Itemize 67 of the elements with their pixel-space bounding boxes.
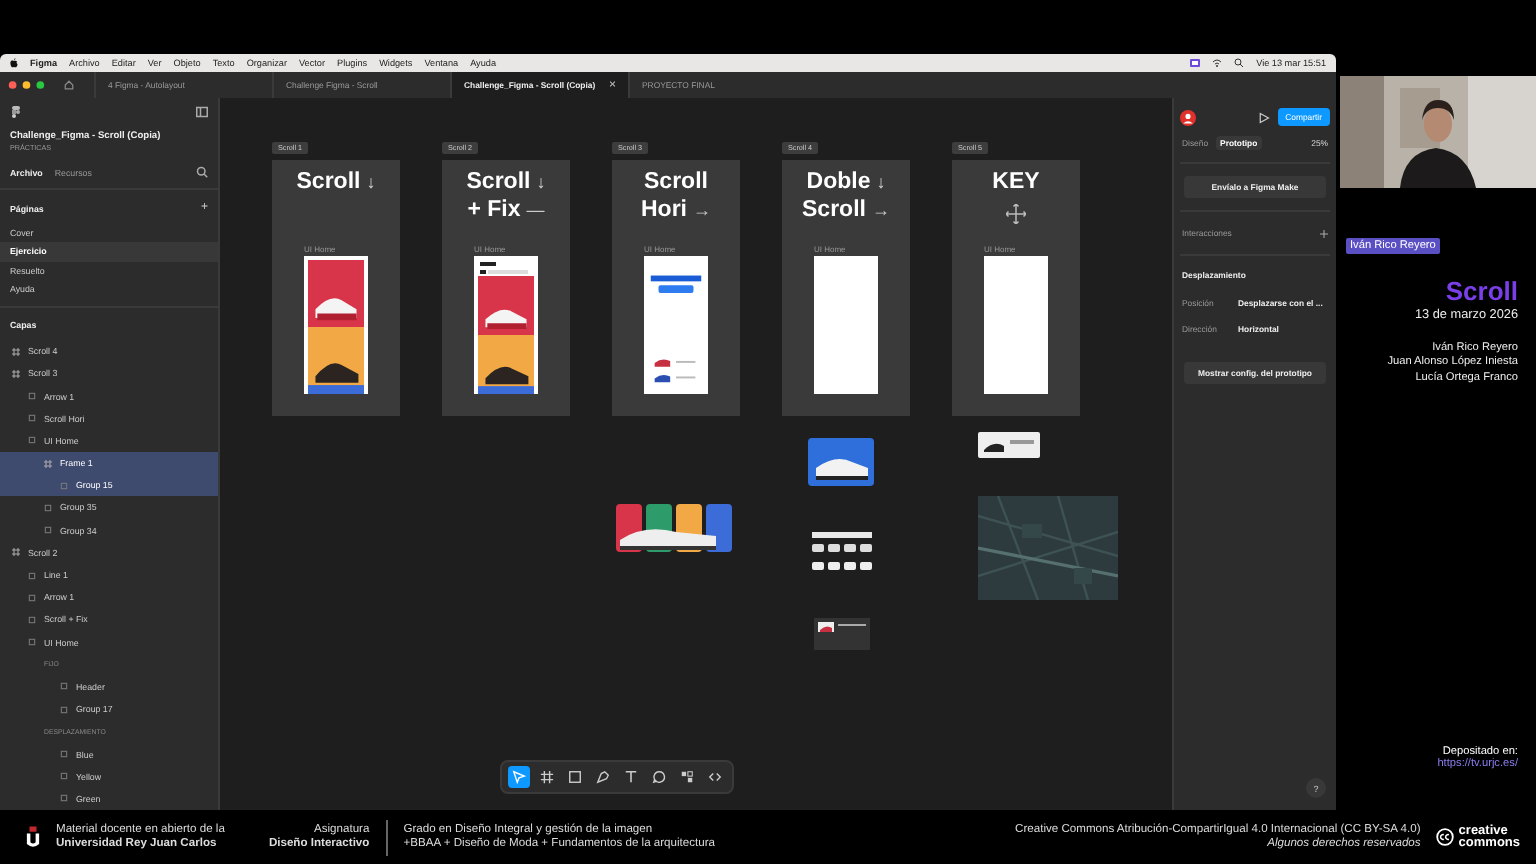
square-icon [28, 392, 36, 401]
square-icon [44, 503, 52, 512]
search-icon[interactable] [1234, 58, 1245, 68]
search-icon[interactable] [196, 166, 208, 178]
comment-tool[interactable] [648, 766, 670, 788]
actions-tool[interactable] [676, 766, 698, 788]
pen-tool[interactable] [592, 766, 614, 788]
square-icon [60, 794, 68, 803]
frame-tool[interactable] [536, 766, 558, 788]
arrow-glyph: → [693, 198, 711, 224]
square-icon [28, 571, 36, 580]
rectangle-icon [568, 770, 582, 784]
frame-title: Hori [641, 196, 687, 224]
phone-screen[interactable] [304, 256, 368, 394]
frame-title: Scroll [466, 168, 531, 196]
frame-title: Scroll [296, 168, 361, 196]
apple-icon[interactable] [10, 58, 18, 68]
square-icon [28, 638, 36, 647]
play-icon[interactable] [1257, 111, 1270, 123]
talk-title: Scroll [1445, 278, 1518, 306]
text-tool[interactable] [620, 766, 642, 788]
arrow-glyph: ↓ [876, 170, 886, 196]
square-icon [44, 526, 52, 535]
frame-title: Scroll [802, 196, 866, 224]
wifi-icon[interactable] [1212, 58, 1223, 68]
frame-icon [12, 548, 20, 557]
square-icon [60, 682, 68, 691]
square-icon [28, 414, 36, 423]
window-controls-drawing [8, 80, 48, 90]
cc-icon [1436, 828, 1455, 846]
arrow-glyph: ↓ [366, 170, 376, 196]
square-icon [60, 772, 68, 781]
frame-title: + Fix [467, 196, 521, 224]
figma-menu-icon[interactable] [10, 106, 22, 118]
pen-icon [596, 770, 610, 784]
grid-icon [540, 770, 554, 784]
home-icon[interactable] [64, 80, 74, 90]
arrow-glyph: — [526, 198, 545, 224]
phone-screen[interactable] [644, 256, 708, 394]
frame-title: Doble [806, 168, 871, 196]
phone-screen[interactable] [474, 256, 538, 394]
square-icon [28, 593, 36, 602]
square-icon [28, 436, 36, 445]
frame-title: KEY [992, 168, 1040, 196]
cursor-tool[interactable] [508, 766, 530, 788]
rectangle-tool[interactable] [564, 766, 586, 788]
user-avatar[interactable] [1180, 109, 1196, 125]
frame-icon [44, 459, 52, 468]
move-icon [1006, 204, 1026, 224]
square-icon [60, 705, 68, 714]
square-icon [60, 750, 68, 759]
arrow-glyph: → [871, 198, 890, 224]
screen-share-icon[interactable] [1190, 58, 1201, 68]
squares-icon [680, 770, 694, 784]
frame-icon [12, 369, 20, 378]
code-icon [708, 770, 722, 784]
text-icon [624, 770, 638, 784]
panel-toggle-icon[interactable] [196, 106, 208, 118]
comment-icon [652, 770, 666, 784]
arrow-glyph: ↓ [536, 170, 546, 196]
university-logo [26, 826, 40, 848]
square-icon [60, 481, 68, 490]
frame-icon [12, 347, 20, 356]
plus-icon[interactable] [1320, 229, 1328, 237]
square-icon [28, 615, 36, 624]
cursor-icon [512, 770, 526, 784]
frame-title: Scroll [644, 168, 708, 196]
